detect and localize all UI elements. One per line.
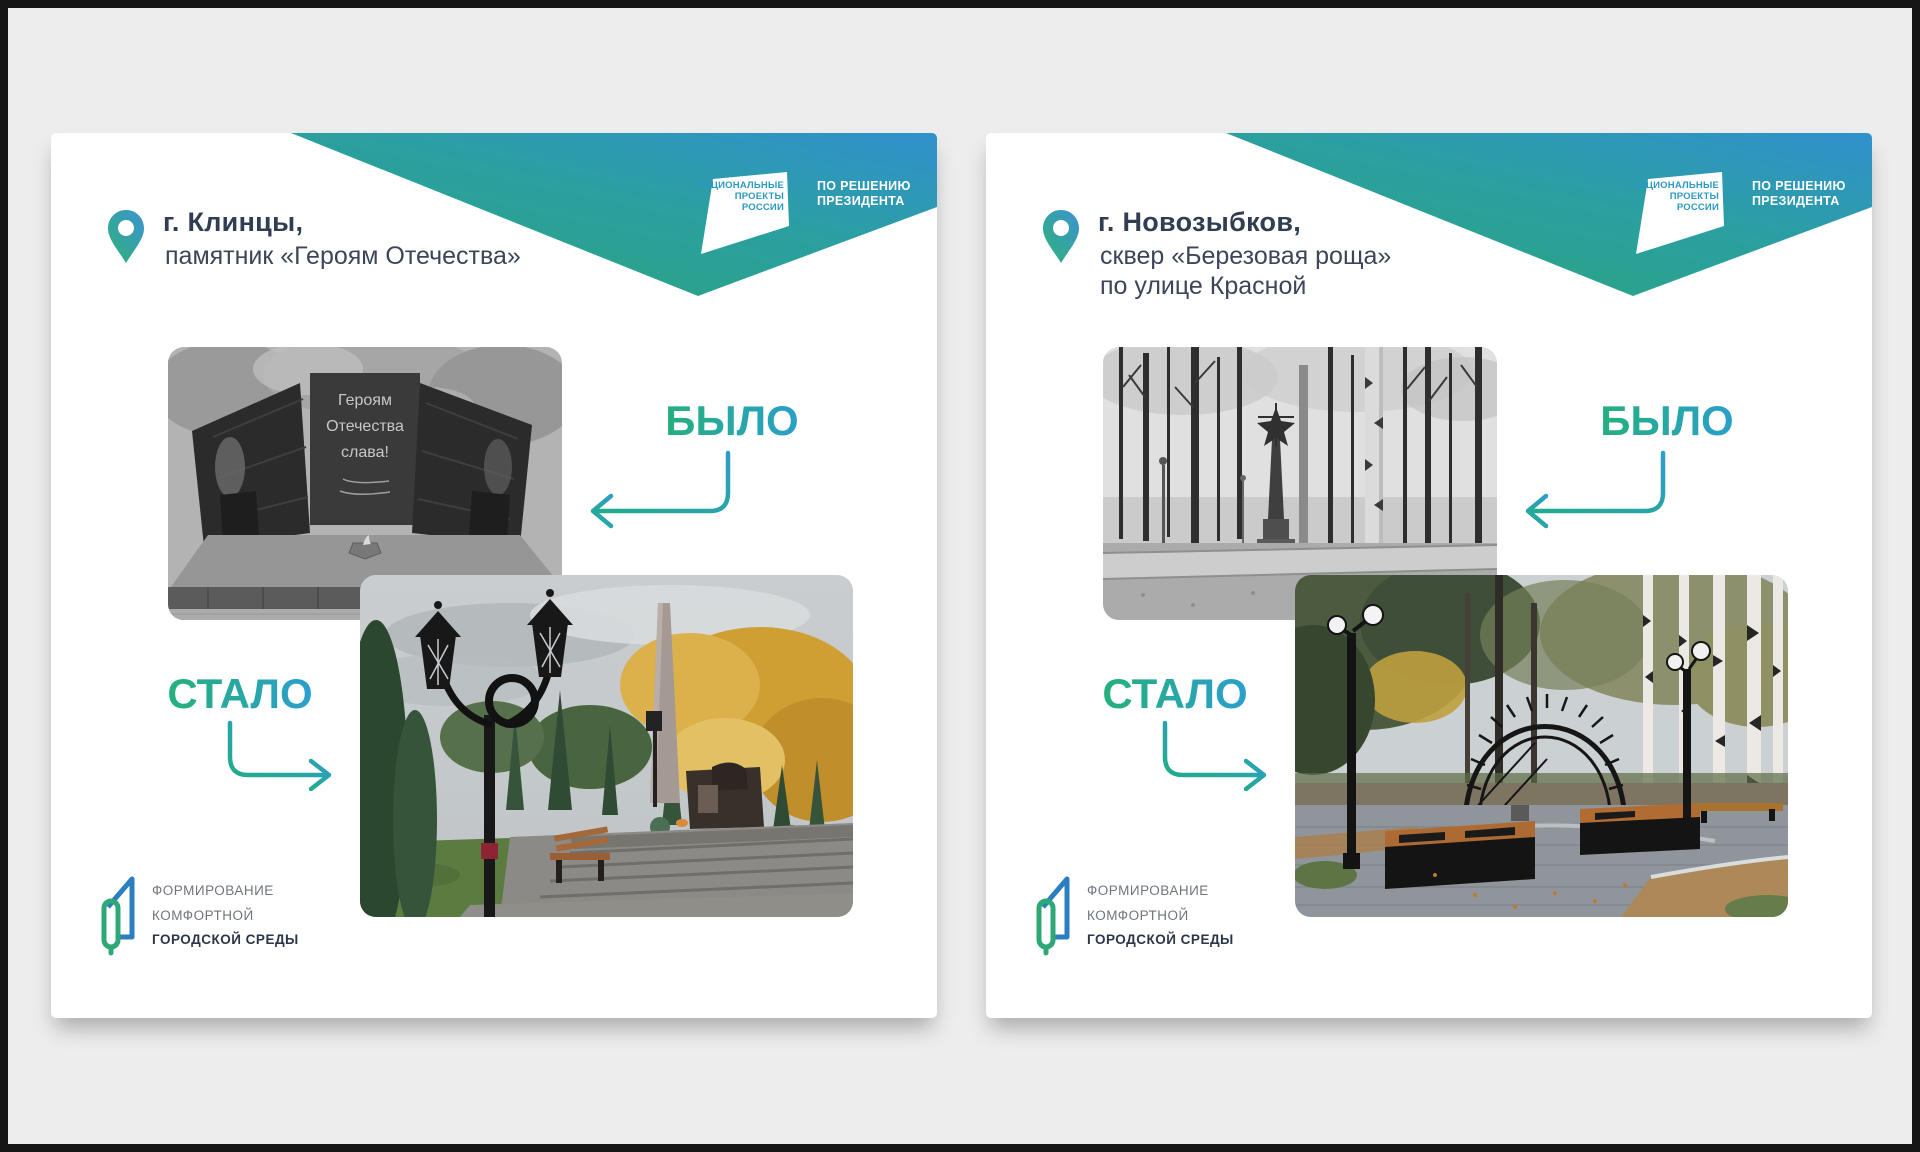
before-arrow-icon — [1506, 448, 1686, 533]
memorial-text-line3: слава! — [341, 444, 389, 461]
memorial-color-scene — [360, 575, 853, 917]
program-logo-icon — [100, 871, 144, 957]
post-card-novozybkov: НАЦИОНАЛЬНЫЕ ПРОЕКТЫ РОССИИ ПО РЕШЕНИЮ П… — [986, 133, 1872, 1018]
president-decision-note: ПО РЕШЕНИЮ ПРЕЗИДЕНТА — [1752, 179, 1846, 209]
program-logo-line1: ФОРМИРОВАНИЕ — [1087, 879, 1234, 904]
np-logo-line2: ПРОЕКТЫ — [1598, 191, 1719, 202]
city-title: г. Клинцы, — [163, 207, 303, 238]
planter-bench — [1580, 803, 1700, 855]
decision-line1: ПО РЕШЕНИЮ — [817, 179, 911, 194]
post-card-klintsy: НАЦИОНАЛЬНЫЕ ПРОЕКТЫ РОССИИ ПО РЕШЕНИЮ П… — [51, 133, 937, 1018]
after-label: СТАЛО — [155, 670, 325, 718]
object-line2: по улице Красной — [1100, 271, 1391, 301]
np-logo-line1: НАЦИОНАЛЬНЫЕ — [663, 180, 784, 191]
location-pin-icon — [1043, 210, 1079, 263]
national-projects-logo: НАЦИОНАЛЬНЫЕ ПРОЕКТЫ РОССИИ — [663, 180, 784, 213]
program-logo-text: ФОРМИРОВАНИЕ КОМФОРТНОЙ ГОРОДСКОЙ СРЕДЫ — [1087, 879, 1234, 953]
object-line1: сквер «Березовая роща» — [1100, 241, 1391, 271]
object-line1: памятник «Героям Отечества» — [165, 241, 521, 271]
canvas-background: НАЦИОНАЛЬНЫЕ ПРОЕКТЫ РОССИИ ПО РЕШЕНИЮ П… — [8, 8, 1912, 1144]
national-projects-logo: НАЦИОНАЛЬНЫЕ ПРОЕКТЫ РОССИИ — [1598, 180, 1719, 213]
screenshot-frame: НАЦИОНАЛЬНЫЕ ПРОЕКТЫ РОССИИ ПО РЕШЕНИЮ П… — [0, 0, 1920, 1152]
planter-bench — [1385, 821, 1535, 889]
after-arrow-icon — [221, 719, 351, 791]
program-logo-line3: ГОРОДСКОЙ СРЕДЫ — [1087, 928, 1234, 953]
president-decision-note: ПО РЕШЕНИЮ ПРЕЗИДЕНТА — [817, 179, 911, 209]
decision-line1: ПО РЕШЕНИЮ — [1752, 179, 1846, 194]
park-color-scene — [1295, 575, 1788, 917]
program-logo-icon — [1035, 871, 1079, 957]
location-pin-icon — [108, 210, 144, 263]
program-logo-line3: ГОРОДСКОЙ СРЕДЫ — [152, 928, 299, 953]
decision-line2: ПРЕЗИДЕНТА — [817, 194, 911, 209]
np-logo-line3: РОССИИ — [663, 202, 784, 213]
object-subtitle: памятник «Героям Отечества» — [165, 241, 521, 271]
object-subtitle: сквер «Березовая роща» по улице Красной — [1100, 241, 1391, 301]
program-logo-line2: КОМФОРТНОЙ — [152, 904, 299, 929]
before-arrow-icon — [571, 448, 751, 533]
program-logo-line2: КОМФОРТНОЙ — [1087, 904, 1234, 929]
after-label: СТАЛО — [1090, 670, 1260, 718]
decision-line2: ПРЕЗИДЕНТА — [1752, 194, 1846, 209]
after-arrow-icon — [1156, 719, 1286, 791]
np-logo-line1: НАЦИОНАЛЬНЫЕ — [1598, 180, 1719, 191]
np-logo-line2: ПРОЕКТЫ — [663, 191, 784, 202]
after-photo-park — [1295, 575, 1788, 917]
program-logo-text: ФОРМИРОВАНИЕ КОМФОРТНОЙ ГОРОДСКОЙ СРЕДЫ — [152, 879, 299, 953]
before-label: БЫЛО — [1582, 397, 1752, 445]
memorial-text-line1: Героям — [338, 392, 392, 409]
program-logo-line1: ФОРМИРОВАНИЕ — [152, 879, 299, 904]
before-label: БЫЛО — [647, 397, 817, 445]
memorial-text-line2: Отечества — [326, 418, 404, 435]
city-title: г. Новозыбков, — [1098, 207, 1301, 238]
after-photo-memorial — [360, 575, 853, 917]
np-logo-line3: РОССИИ — [1598, 202, 1719, 213]
